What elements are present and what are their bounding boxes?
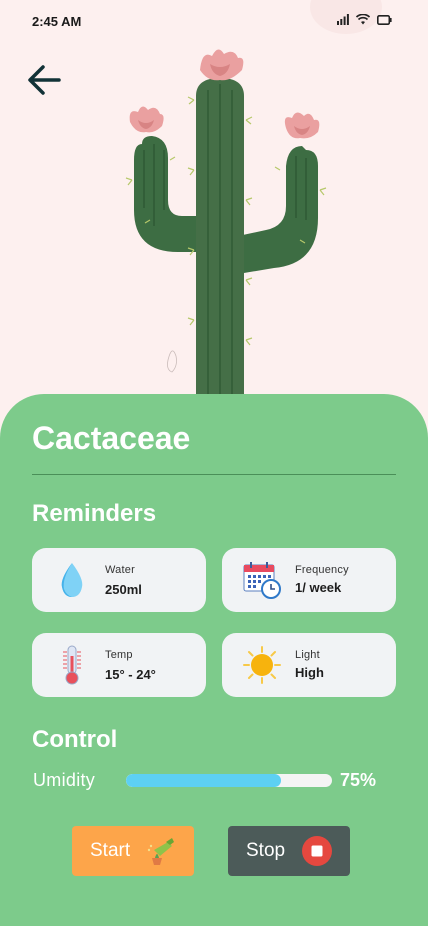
stop-label: Stop	[246, 840, 286, 861]
signal-icon	[337, 14, 349, 25]
arrow-left-icon	[28, 65, 61, 95]
temp-label: Temp	[105, 649, 133, 661]
stop-icon	[302, 836, 332, 866]
watering-can-icon	[147, 838, 174, 865]
stop-button[interactable]: Stop	[228, 826, 350, 876]
reminders-title: Reminders	[32, 500, 157, 527]
frequency-label: Frequency	[295, 564, 349, 576]
wifi-icon	[356, 14, 370, 25]
start-label: Start	[90, 840, 131, 861]
water-label: Water	[105, 564, 135, 576]
light-label: Light	[295, 649, 320, 661]
temp-card[interactable]: Temp 15° - 24°	[32, 633, 206, 697]
light-value: High	[295, 665, 324, 680]
thermometer-icon	[50, 643, 94, 687]
back-button[interactable]	[24, 60, 64, 100]
start-button[interactable]: Start	[72, 826, 194, 876]
status-bar: 2:45 AM	[0, 0, 428, 44]
calendar-clock-icon	[240, 558, 284, 602]
humidity-label: Umidity	[33, 770, 96, 790]
water-drop-icon	[50, 558, 94, 602]
humidity-value: 75%	[340, 770, 377, 790]
sun-icon	[240, 643, 284, 687]
frequency-value: 1/ week	[295, 580, 342, 595]
water-value: 250ml	[105, 582, 142, 597]
light-card[interactable]: Light High	[222, 633, 396, 697]
control-title: Control	[32, 726, 118, 753]
status-icons	[337, 14, 392, 25]
divider	[32, 474, 396, 475]
cactus-illustration	[125, 49, 327, 400]
humidity-progress-fill	[126, 774, 281, 787]
battery-icon	[377, 14, 392, 25]
frequency-card[interactable]: Frequency 1/ week	[222, 548, 396, 612]
plant-details-panel: Cactaceae Reminders Water 250ml Frequenc…	[0, 394, 428, 926]
temp-value: 15° - 24°	[105, 667, 156, 682]
plant-name: Cactaceae	[32, 420, 191, 456]
humidity-progress-bar[interactable]	[126, 774, 332, 787]
water-card[interactable]: Water 250ml	[32, 548, 206, 612]
status-time: 2:45 AM	[32, 14, 82, 29]
